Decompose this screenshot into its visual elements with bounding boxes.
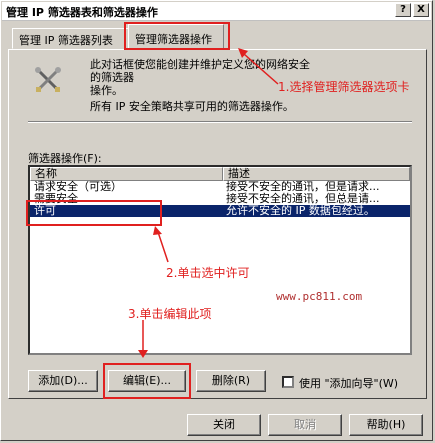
wizard-checkbox[interactable] <box>282 376 294 388</box>
highlight-edit-box <box>103 363 191 399</box>
remove-button[interactable]: 删除(R) <box>196 370 266 392</box>
add-button[interactable]: 添加(D)... <box>28 370 98 392</box>
wizard-label[interactable]: 使用 "添加向导"(W) <box>299 375 398 391</box>
cancel-button: 取消 <box>268 414 342 436</box>
annotation-step2: 2.单击选中许可 <box>166 266 250 280</box>
close-button[interactable]: 关闭 <box>187 414 261 436</box>
highlight-tab-box <box>124 22 230 50</box>
annotation-step3: 3.单击编辑此项 <box>128 307 212 321</box>
help-button[interactable]: 帮助(H) <box>349 414 423 436</box>
annotation-step1: 1.选择管理筛选器选项卡 <box>278 80 410 94</box>
watermark-text: www.pc811.com <box>276 290 363 303</box>
